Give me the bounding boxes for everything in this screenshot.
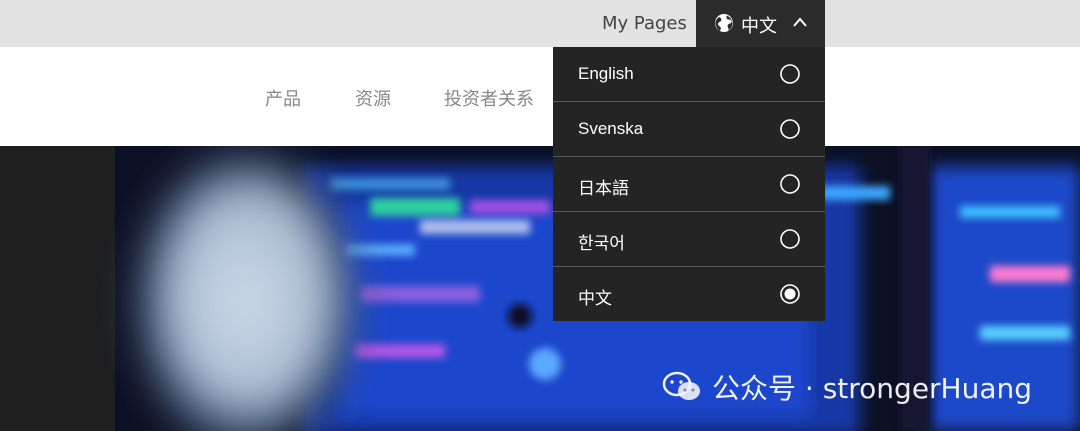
nav-item-products[interactable]: 产品	[265, 85, 301, 111]
language-option-english[interactable]: English	[553, 47, 825, 101]
current-language-label: 中文	[741, 16, 777, 37]
chevron-up-icon	[793, 17, 807, 27]
my-pages-link[interactable]: My Pages	[602, 13, 687, 34]
nav-item-resources[interactable]: 资源	[355, 85, 391, 111]
watermark-text: 公众号 · strongerHuang	[712, 372, 1033, 405]
radio-checked-icon	[780, 284, 800, 304]
language-option-label: 한국어	[578, 234, 625, 253]
radio-unchecked-icon	[780, 229, 800, 249]
globe-icon	[715, 14, 733, 32]
top-utility-bar: My Pages 中文	[0, 0, 1080, 47]
nav-item-investor-relations[interactable]: 投资者关系	[444, 85, 534, 111]
language-dropdown-menu: English Svenska 日本語 한국어 中文	[553, 47, 825, 321]
radio-unchecked-icon	[780, 174, 800, 194]
language-option-chinese[interactable]: 中文	[553, 267, 825, 321]
watermark: 公众号 · strongerHuang	[662, 370, 1033, 405]
language-option-label: 中文	[578, 289, 612, 308]
language-option-label: 日本語	[578, 179, 629, 198]
main-navigation: 产品 资源 投资者关系	[0, 47, 1080, 146]
wechat-icon	[662, 371, 700, 400]
language-option-korean[interactable]: 한국어	[553, 212, 825, 266]
radio-unchecked-icon	[780, 119, 800, 139]
language-option-japanese[interactable]: 日本語	[553, 157, 825, 211]
language-option-svenska[interactable]: Svenska	[553, 102, 825, 156]
language-option-label: English	[578, 64, 634, 83]
radio-unchecked-icon	[780, 64, 800, 84]
language-selector-button[interactable]: 中文	[696, 0, 825, 47]
language-option-label: Svenska	[578, 119, 644, 138]
